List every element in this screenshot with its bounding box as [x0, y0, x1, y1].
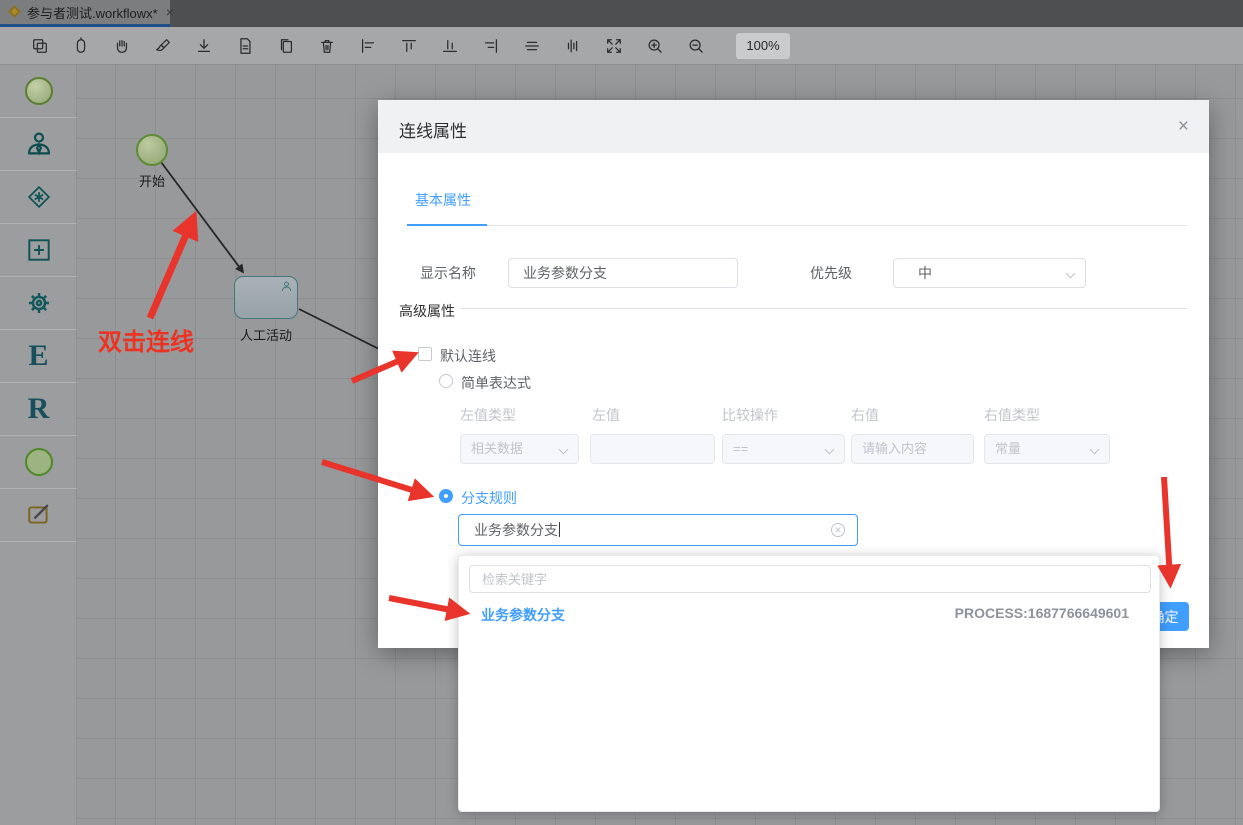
- right-type-value: 常量: [995, 441, 1021, 456]
- clear-icon[interactable]: ✕: [831, 523, 845, 537]
- tab-basic-properties[interactable]: 基本属性: [415, 190, 471, 210]
- chevron-down-icon: [825, 445, 835, 455]
- close-icon[interactable]: ×: [1178, 117, 1189, 136]
- align-right-icon[interactable]: [482, 37, 500, 55]
- right-value-input[interactable]: 请输入内容: [851, 434, 974, 464]
- letter-e-icon: E: [28, 341, 48, 371]
- align-bottom-icon[interactable]: [441, 37, 459, 55]
- distribute-icon[interactable]: [564, 37, 582, 55]
- priority-label: 优先级: [810, 258, 852, 288]
- file-tab-title: 参与者测试.workflowx*: [27, 3, 158, 22]
- fullscreen-icon[interactable]: [605, 37, 623, 55]
- copy-icon[interactable]: [31, 37, 49, 55]
- default-line-label: 默认连线: [440, 346, 496, 366]
- tab-close-icon[interactable]: ×: [166, 5, 174, 19]
- priority-value: 中: [918, 265, 932, 281]
- palette-item-gateway[interactable]: [0, 171, 77, 224]
- chevron-down-icon: [1090, 445, 1100, 455]
- brush-icon[interactable]: [154, 37, 172, 55]
- simple-expression-label: 简单表达式: [461, 373, 531, 393]
- workflow-file-icon: [8, 5, 21, 18]
- zoom-level[interactable]: 100%: [736, 33, 790, 59]
- align-center-icon[interactable]: [523, 37, 541, 55]
- zoom-out-icon[interactable]: [687, 37, 705, 55]
- option-name: 业务参数分支: [481, 605, 565, 625]
- right-value-placeholder: 请输入内容: [862, 441, 927, 456]
- priority-select[interactable]: 中: [893, 258, 1086, 288]
- end-node-icon: [25, 448, 53, 476]
- align-top-icon[interactable]: [400, 37, 418, 55]
- toolbar: 100%: [0, 27, 1243, 65]
- gear-icon: [25, 289, 53, 317]
- left-value-input[interactable]: [590, 434, 715, 464]
- palette-item-subprocess[interactable]: [0, 224, 77, 277]
- branch-rule-option[interactable]: 业务参数分支 PROCESS:1687766649601: [459, 599, 1161, 629]
- compare-op-select[interactable]: ==: [722, 434, 845, 464]
- clipboard-icon[interactable]: [72, 37, 90, 55]
- gateway-diamond-icon: [25, 183, 53, 211]
- copy-document-icon[interactable]: [277, 37, 295, 55]
- download-icon[interactable]: [195, 37, 213, 55]
- default-line-checkbox[interactable]: [418, 347, 432, 361]
- left-type-select[interactable]: 相关数据: [460, 434, 579, 464]
- node-palette: E R: [0, 65, 77, 825]
- branch-rule-input[interactable]: 业务参数分支 ✕: [458, 514, 858, 546]
- branch-rule-radio[interactable]: [439, 489, 453, 503]
- palette-item-r[interactable]: R: [0, 383, 77, 436]
- zoom-in-icon[interactable]: [646, 37, 664, 55]
- chevron-down-icon: [559, 445, 569, 455]
- display-name-input[interactable]: 业务参数分支: [508, 258, 738, 288]
- left-value-label: 左值: [592, 405, 620, 425]
- right-type-select[interactable]: 常量: [984, 434, 1110, 464]
- workflow-designer-app: 开始 人工活动 参与者测试.workflowx* × 100%: [0, 0, 1243, 825]
- person-icon: [280, 280, 293, 293]
- branch-rule-value: 业务参数分支: [474, 522, 558, 538]
- delete-icon[interactable]: [318, 37, 336, 55]
- tab-bar: 参与者测试.workflowx* ×: [0, 0, 1243, 27]
- palette-item-end[interactable]: [0, 436, 77, 489]
- simple-expression-radio[interactable]: [439, 374, 453, 388]
- dialog-title: 连线属性: [399, 117, 467, 142]
- person-icon: [25, 130, 53, 158]
- start-node[interactable]: [136, 134, 168, 166]
- advanced-section-label: 高级属性: [399, 301, 455, 321]
- left-type-label: 左值类型: [460, 405, 516, 425]
- branch-rule-dropdown: 业务参数分支 PROCESS:1687766649601: [458, 555, 1160, 812]
- align-left-icon[interactable]: [359, 37, 377, 55]
- compare-op-label: 比较操作: [722, 405, 778, 425]
- left-type-value: 相关数据: [471, 441, 523, 456]
- search-input[interactable]: [469, 565, 1151, 593]
- chevron-down-icon: [1066, 269, 1076, 279]
- activity-node-label: 人工活动: [236, 325, 296, 344]
- tab-active-indicator: [407, 224, 487, 226]
- branch-rule-label: 分支规则: [461, 488, 517, 508]
- dialog-header: 连线属性 ×: [378, 100, 1209, 153]
- hand-icon[interactable]: [113, 37, 131, 55]
- palette-item-e[interactable]: E: [0, 330, 77, 383]
- start-node-label: 开始: [122, 171, 182, 190]
- activity-node[interactable]: [234, 276, 298, 319]
- square-plus-icon: [25, 236, 53, 264]
- start-node-icon: [25, 77, 53, 105]
- document-icon[interactable]: [236, 37, 254, 55]
- edit-note-icon: [26, 502, 52, 528]
- right-type-label: 右值类型: [984, 405, 1040, 425]
- advanced-section-divider: [460, 308, 1187, 309]
- file-tab[interactable]: 参与者测试.workflowx* ×: [0, 0, 170, 27]
- palette-item-participant[interactable]: [0, 118, 77, 171]
- palette-item-auto-activity[interactable]: [0, 277, 77, 330]
- text-caret: [559, 522, 560, 537]
- palette-item-start[interactable]: [0, 65, 77, 118]
- palette-item-note[interactable]: [0, 489, 77, 542]
- letter-r-icon: R: [28, 394, 50, 424]
- tab-divider: [407, 225, 1187, 226]
- option-process-id: PROCESS:1687766649601: [955, 605, 1129, 621]
- right-value-label: 右值: [851, 405, 879, 425]
- compare-op-value: ==: [733, 441, 748, 456]
- display-name-label: 显示名称: [420, 258, 476, 288]
